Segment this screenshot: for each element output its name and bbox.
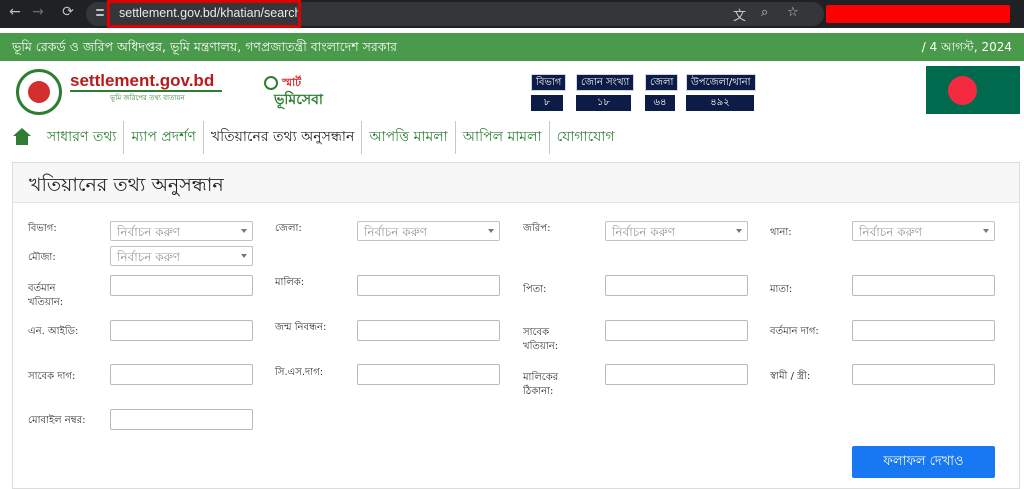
spouse-label: স্বামী / স্ত্রী: [770, 371, 811, 382]
main-menu: সাধারণ তথ্য ম্যাপ প্রদর্শণ খতিয়ানের তথ্… [12, 121, 622, 154]
owner-input[interactable] [357, 275, 500, 296]
nid-label: এন. আইডি: [28, 326, 79, 337]
father-input[interactable] [605, 275, 748, 296]
header-date: / 4 আগস্ট, 2024 [921, 40, 1012, 54]
site-name[interactable]: settlement.gov.bd [70, 71, 214, 91]
old-khatian-label-line2: খতিয়ান: [523, 341, 559, 352]
mouza-label: মৌজা: [28, 252, 56, 263]
current-dag-input[interactable] [852, 320, 995, 341]
thana-label: থানা: [770, 227, 792, 238]
stat-label: বিভাগ [531, 74, 567, 91]
select-placeholder: নির্বাচন করুণ [859, 225, 923, 239]
forward-arrow-icon[interactable]: → [27, 4, 49, 20]
survey-select[interactable]: নির্বাচন করুণ [605, 221, 748, 241]
flag-disc [948, 76, 977, 105]
father-label: পিতা: [523, 284, 547, 295]
zoom-icon[interactable]: ⌕ [761, 5, 768, 20]
old-dag-label: সাবেক দাগ: [28, 371, 76, 382]
menu-item-khatian-search[interactable]: খতিয়ানের তথ্য অনুসন্ধান [204, 121, 363, 154]
current-dag-label: বর্তমান দাগ: [770, 326, 819, 337]
owner-label: মালিক: [275, 277, 305, 288]
thana-select[interactable]: নির্বাচন করুণ [852, 221, 995, 241]
chevron-down-icon [736, 229, 742, 233]
owner-address-label-line2: ঠিকানা: [523, 386, 554, 397]
chevron-down-icon [983, 229, 989, 233]
translate-icon[interactable]: 文 [733, 5, 746, 24]
division-select[interactable]: নির্বাচন করুণ [110, 221, 253, 241]
old-khatian-input[interactable] [605, 320, 748, 341]
stat-district: জেলা ৬৪ [645, 70, 679, 111]
district-label: জেলা: [275, 223, 302, 234]
mobile-input[interactable] [110, 409, 253, 430]
stat-value: ৮ [531, 95, 563, 111]
smart-logo-bottom: ভূমিসেবা [274, 92, 323, 108]
back-arrow-icon[interactable]: ← [4, 4, 26, 20]
menu-item-contact[interactable]: যোগাযোগ [550, 121, 622, 154]
site-tagline: ভূমি জরিপের তথ্য বাতায়ন [110, 94, 185, 102]
birth-reg-label: জন্ম নিবন্ধন: [275, 322, 327, 333]
stat-zone: জোন সংখ্যা ১৮ [576, 70, 635, 111]
panel-title: খতিয়ানের তথ্য অনুসন্ধান [29, 174, 224, 196]
chevron-down-icon [241, 254, 247, 258]
menu-item-general-info[interactable]: সাধারণ তথ্য [40, 121, 125, 154]
survey-label: জরিপ: [523, 223, 551, 234]
current-khatian-label-line1: বর্তমান [28, 283, 56, 294]
cs-dag-label: সি.এস.দাগ: [275, 367, 324, 378]
reload-icon[interactable]: ⟳ [57, 4, 79, 20]
mother-label: মাতা: [770, 284, 793, 295]
mobile-label: মোবাইল নম্বর: [28, 415, 86, 426]
mouza-select[interactable]: নির্বাচন করুণ [110, 246, 253, 266]
old-dag-input[interactable] [110, 364, 253, 385]
bookmark-star-icon[interactable]: ☆ [787, 5, 799, 20]
bangladesh-flag-icon [926, 66, 1020, 114]
header-title: ভূমি রেকর্ড ও জরিপ অধিদপ্তর, ভূমি মন্ত্র… [12, 39, 397, 54]
browser-toolbar: ← → ⟳ settlement.gov.bd/khatian/search 文… [0, 0, 1024, 28]
menu-item-appeal-case[interactable]: আপিল মামলা [456, 121, 550, 154]
stat-upazila: উপজেলা/থানা ৪৯২ [686, 70, 756, 111]
division-label: বিভাগ: [28, 223, 57, 234]
menu-item-objection-case[interactable]: আপত্তি মামলা [362, 121, 456, 154]
old-khatian-label-line1: সাবেক [523, 327, 550, 338]
stat-label: উপজেলা/থানা [686, 74, 756, 91]
spouse-input[interactable] [852, 364, 995, 385]
mother-input[interactable] [852, 275, 995, 296]
select-placeholder: নির্বাচন করুণ [364, 225, 428, 239]
site-info-icon[interactable] [96, 6, 106, 22]
select-placeholder: নির্বাচন করুণ [117, 250, 181, 264]
stat-label: জোন সংখ্যা [576, 74, 635, 91]
nid-input[interactable] [110, 320, 253, 341]
smart-bhumiseba-logo[interactable]: স্মার্ট ভূমিসেবা [262, 74, 324, 108]
cs-dag-input[interactable] [357, 364, 500, 385]
chevron-down-icon [241, 229, 247, 233]
current-khatian-label-line2: খতিয়ান: [28, 297, 64, 308]
stat-value: ৬৪ [645, 95, 675, 111]
birth-reg-input[interactable] [357, 320, 500, 341]
home-icon[interactable] [12, 127, 34, 148]
select-placeholder: নির্বাচন করুণ [117, 225, 181, 239]
chevron-down-icon [488, 229, 494, 233]
stat-division: বিভাগ ৮ [531, 70, 567, 111]
government-header-strip: ভূমি রেকর্ড ও জরিপ অধিদপ্তর, ভূমি মন্ত্র… [0, 33, 1024, 61]
owner-address-label-line1: মালিকের [523, 372, 559, 383]
current-khatian-input[interactable] [110, 275, 253, 296]
stat-value: ৪৯২ [686, 95, 754, 111]
url-highlight-box [107, 0, 301, 28]
stat-label: জেলা [645, 74, 679, 91]
owner-address-input[interactable] [605, 364, 748, 385]
panel-header: খতিয়ানের তথ্য অনুসন্ধান [13, 163, 1019, 203]
stat-value: ১৮ [576, 95, 631, 111]
redacted-region [826, 5, 1010, 23]
district-select[interactable]: নির্বাচন করুণ [357, 221, 500, 241]
show-results-button[interactable]: ফলাফল দেখাও [852, 446, 995, 478]
select-placeholder: নির্বাচন করুণ [612, 225, 676, 239]
menu-item-map-view[interactable]: ম্যাপ প্রদর্শণ [124, 121, 204, 154]
government-emblem-icon[interactable] [16, 69, 62, 115]
